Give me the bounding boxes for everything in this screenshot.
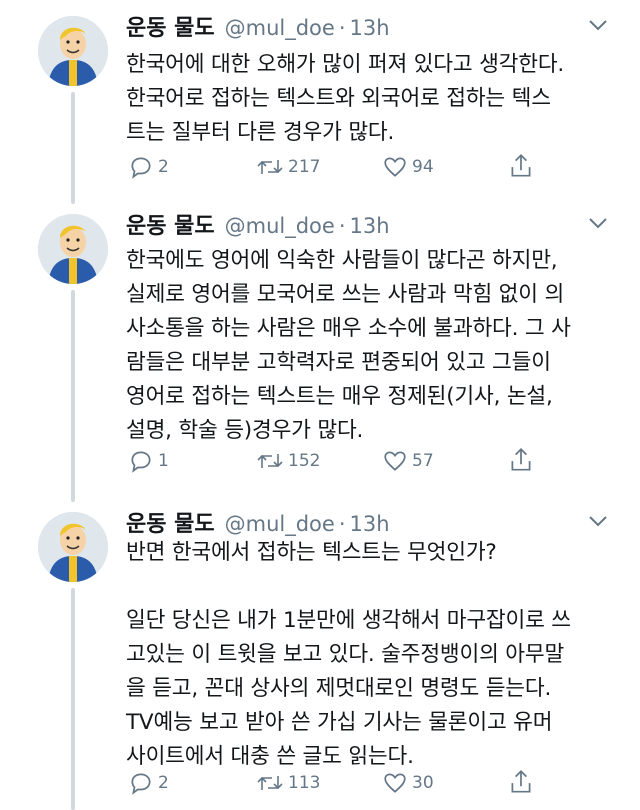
like-button[interactable]: 30: [382, 768, 434, 798]
tweet-text: 반면 한국에서 접하는 텍스트는 무엇인가? 일단 당신은 내가 1분만에 생각…: [126, 540, 571, 769]
separator-dot: ·: [338, 16, 346, 40]
reply-icon: [131, 451, 151, 473]
avatar[interactable]: [38, 512, 108, 582]
separator-dot: ·: [338, 512, 346, 536]
share-icon[interactable]: [508, 152, 534, 180]
chevron-down-icon[interactable]: [588, 514, 608, 528]
like-count: 57: [412, 451, 434, 471]
display-name[interactable]: 운동 물도: [126, 208, 215, 240]
thread-line: [71, 588, 75, 810]
vault-boy-avatar-icon: [38, 16, 108, 86]
retweet-button[interactable]: 152: [256, 446, 320, 476]
display-name[interactable]: 운동 물도: [126, 506, 215, 538]
avatar[interactable]: [38, 16, 108, 86]
retweet-button[interactable]: 217: [256, 152, 320, 182]
timestamp[interactable]: 13h: [350, 512, 390, 536]
reply-count: 1: [158, 451, 169, 471]
reply-icon: [131, 157, 151, 179]
avatar[interactable]: [38, 214, 108, 284]
thread-line: [71, 92, 75, 204]
reply-button[interactable]: 2: [128, 152, 169, 182]
like-button[interactable]: 94: [382, 152, 434, 182]
user-handle[interactable]: @mul_doe: [225, 16, 335, 40]
separator-dot: ·: [338, 214, 346, 238]
action-bar: 2 113 30: [128, 768, 531, 798]
retweet-icon: [257, 454, 283, 468]
retweet-count: 113: [288, 773, 321, 793]
action-bar: 2 217 94: [128, 152, 531, 182]
reply-count: 2: [158, 773, 169, 793]
chevron-down-icon[interactable]: [588, 216, 608, 230]
timestamp[interactable]: 13h: [350, 214, 390, 238]
display-name[interactable]: 운동 물도: [126, 10, 215, 42]
like-icon: [384, 451, 406, 471]
reply-button[interactable]: 2: [128, 768, 169, 798]
timestamp[interactable]: 13h: [350, 16, 390, 40]
action-bar: 1 152 57: [128, 446, 531, 476]
retweet-button[interactable]: 113: [256, 768, 320, 798]
user-handle[interactable]: @mul_doe: [225, 512, 335, 536]
tweet-text: 한국어에 대한 오해가 많이 퍼져 있다고 생각한다. 한국어로 접하는 텍스트…: [126, 52, 565, 145]
thread-line: [71, 290, 75, 502]
vault-boy-avatar-icon: [38, 214, 108, 284]
like-count: 94: [412, 157, 434, 177]
retweet-count: 217: [288, 157, 321, 177]
retweet-count: 152: [288, 451, 321, 471]
like-icon: [384, 157, 406, 177]
tweet-text: 한국에도 영어에 익숙한 사람들이 많다곤 하지만, 실제로 영어를 모국어로 …: [126, 248, 571, 443]
retweet-icon: [257, 776, 283, 790]
retweet-icon: [257, 160, 283, 174]
like-button[interactable]: 57: [382, 446, 434, 476]
share-icon[interactable]: [508, 768, 534, 796]
user-handle[interactable]: @mul_doe: [225, 214, 335, 238]
chevron-down-icon[interactable]: [588, 18, 608, 32]
reply-count: 2: [158, 157, 169, 177]
reply-icon: [131, 773, 151, 795]
like-icon: [384, 773, 406, 793]
share-icon[interactable]: [508, 446, 534, 474]
like-count: 30: [412, 773, 434, 793]
reply-button[interactable]: 1: [128, 446, 169, 476]
vault-boy-avatar-icon: [38, 512, 108, 582]
